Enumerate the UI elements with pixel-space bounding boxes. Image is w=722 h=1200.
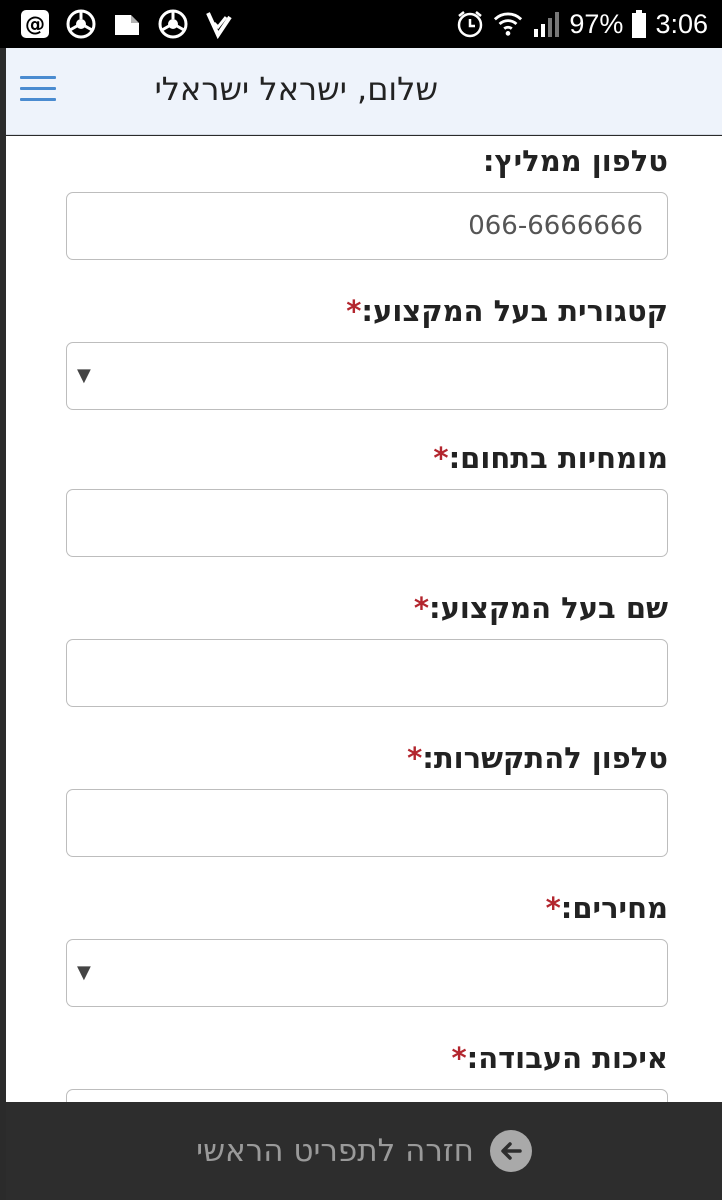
required-mark: * (413, 591, 430, 625)
required-mark: * (545, 891, 561, 925)
pro-name-input-box[interactable] (66, 639, 668, 707)
form-content[interactable]: טלפון ממליץ: קטגורית בעל המקצוע:* ▼ מומח… (6, 136, 722, 1102)
category-select[interactable]: ▼ (66, 342, 668, 410)
expertise-input-box[interactable] (66, 489, 668, 557)
at-sign-icon: @ (20, 9, 50, 39)
notification-icons: @ (20, 9, 234, 39)
battery-percent: 97% (569, 8, 624, 39)
pro-name-label: שם בעל המקצוע:* (413, 591, 668, 625)
work-quality-label: איכות העבודה:* (451, 1041, 668, 1075)
recommender-phone-input[interactable] (67, 193, 667, 259)
required-mark: * (346, 294, 362, 328)
contact-phone-input-box[interactable] (66, 789, 668, 857)
wifi-icon (493, 9, 523, 39)
recommender-phone-label: טלפון ממליץ: (482, 144, 668, 178)
battery-icon (631, 9, 647, 39)
work-quality-field: איכות העבודה:* (66, 1041, 668, 1075)
work-quality-select[interactable] (66, 1089, 668, 1102)
alarm-icon (455, 9, 485, 39)
app-header: שלום, ישראל ישראלי (6, 48, 722, 135)
pro-name-input[interactable] (67, 640, 667, 706)
dropdown-arrow-icon: ▼ (77, 365, 91, 386)
greeting-title: שלום, ישראל ישראלי (154, 70, 438, 108)
check-tag-icon (204, 9, 234, 39)
back-button-content: חזרה לתפריט הראשי (196, 1130, 532, 1172)
clock: 3:06 (655, 8, 708, 39)
category-field: קטגורית בעל המקצוע:* (66, 294, 668, 328)
prices-label: מחירים:* (545, 891, 668, 925)
category-label: קטגורית בעל המקצוע:* (346, 294, 668, 328)
prices-field: מחירים:* (66, 891, 668, 925)
recommender-phone-input-box[interactable] (66, 192, 668, 260)
svg-text:@: @ (25, 12, 45, 36)
system-status: 97% 3:06 (455, 9, 708, 40)
expertise-label: מומחיות בתחום:* (433, 441, 668, 475)
prices-select[interactable]: ▼ (66, 939, 668, 1007)
required-mark: * (407, 741, 423, 775)
chrome-icon (158, 9, 188, 39)
contact-phone-input[interactable] (67, 790, 667, 856)
status-bar: @ 97% 3:06 (0, 0, 722, 48)
expertise-input[interactable] (67, 490, 667, 556)
recommender-phone-field: טלפון ממליץ: (66, 144, 668, 178)
contact-phone-label: טלפון להתקשרות:* (407, 741, 668, 775)
signal-icon (531, 9, 561, 39)
expertise-field: מומחיות בתחום:* (66, 441, 668, 475)
arrow-left-circle-icon (489, 1130, 532, 1172)
hamburger-menu-icon[interactable] (20, 76, 56, 106)
cloud-upload-icon (112, 9, 142, 39)
required-mark: * (451, 1041, 467, 1075)
back-button-label: חזרה לתפריט הראשי (196, 1133, 474, 1169)
contact-phone-field: טלפון להתקשרות:* (66, 741, 668, 775)
pro-name-field: שם בעל המקצוע:* (66, 591, 668, 625)
back-to-main-menu-button[interactable]: חזרה לתפריט הראשי (6, 1102, 722, 1200)
chrome-icon (66, 9, 96, 39)
required-mark: * (433, 441, 449, 475)
dropdown-arrow-icon: ▼ (77, 962, 91, 983)
